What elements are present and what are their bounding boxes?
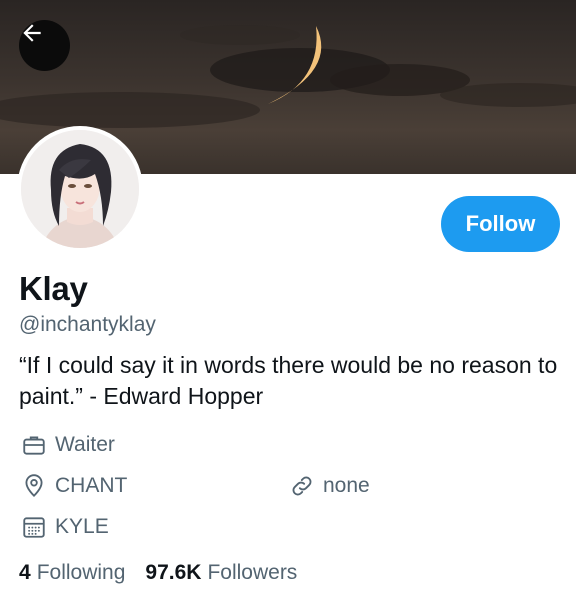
location-item: CHANT: [21, 473, 127, 499]
followers-link[interactable]: 97.6K Followers: [145, 561, 297, 585]
website-label[interactable]: none: [323, 474, 370, 498]
avatar-frame[interactable]: [17, 126, 143, 252]
follow-button[interactable]: Follow: [441, 196, 560, 252]
location-label: CHANT: [55, 474, 128, 497]
link-icon: [292, 476, 312, 496]
joined-item: KYLE: [21, 514, 109, 540]
profile-bio: “If I could say it in words there would …: [19, 352, 558, 409]
avatar-illustration: [21, 130, 139, 248]
back-arrow-icon: [23, 24, 41, 42]
back-button[interactable]: [19, 20, 70, 71]
profile-handle: @inchantyklay: [19, 313, 156, 336]
avatar: [21, 130, 139, 248]
follow-counts: 4 Following 97.6K Followers: [19, 561, 297, 585]
following-label: Following: [36, 561, 126, 584]
followers-label: Followers: [207, 561, 298, 584]
website-item[interactable]: none: [289, 473, 370, 499]
profile-name: Klay: [19, 270, 88, 307]
followers-count: 97.6K: [145, 561, 202, 584]
calendar-icon: [23, 517, 45, 538]
joined-label: KYLE: [55, 515, 109, 538]
briefcase-icon: [23, 436, 45, 455]
location-pin-icon: [25, 474, 43, 498]
following-link[interactable]: 4 Following: [19, 561, 125, 585]
following-count: 4: [19, 561, 31, 584]
occupation-label: Waiter: [55, 433, 115, 456]
occupation-item: Waiter: [21, 432, 115, 458]
